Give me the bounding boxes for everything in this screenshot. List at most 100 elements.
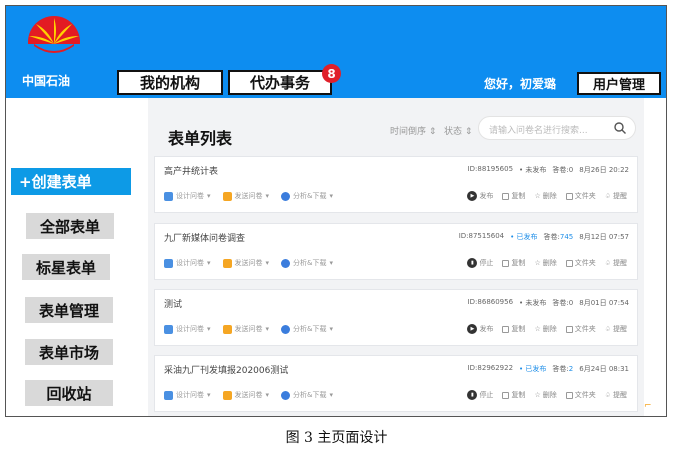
sidebar-item-all-forms[interactable]: 全部表单 bbox=[26, 213, 114, 239]
folder-button[interactable]: 文件夹 bbox=[565, 191, 596, 201]
pen-icon bbox=[164, 324, 173, 334]
analyze-download-button[interactable]: 分析&下载 ▾ bbox=[281, 191, 333, 201]
send-icon bbox=[222, 258, 232, 268]
delete-button[interactable]: ☆ 删除 bbox=[534, 191, 556, 201]
form-id: ID:87515604 bbox=[458, 232, 505, 240]
publish-toggle-button[interactable]: ▶ 发布 bbox=[467, 324, 493, 334]
pen-icon bbox=[164, 258, 173, 268]
answer-count-value: 0 bbox=[568, 299, 574, 307]
bell-icon: ♤ bbox=[604, 325, 611, 333]
search-input[interactable]: 请输入问卷名进行搜索... bbox=[478, 116, 636, 140]
copy-icon bbox=[502, 259, 510, 267]
form-card[interactable]: 高产井统计表 ID:88195605 • 未发布 答卷:0 8月26日 20:2… bbox=[154, 156, 638, 213]
publish-toggle-button[interactable]: ▶ 发布 bbox=[467, 191, 493, 201]
send-survey-button[interactable]: 发送问卷 ▾ bbox=[222, 390, 269, 400]
todo-count-badge: 8 bbox=[322, 64, 341, 83]
copy-icon bbox=[502, 325, 510, 333]
answer-count-label: 答卷: bbox=[552, 299, 569, 307]
answer-count: 答卷:0 bbox=[552, 165, 573, 175]
play-icon: ▶ bbox=[467, 324, 478, 334]
design-survey-button[interactable]: 设计问卷 ▾ bbox=[164, 191, 211, 201]
folder-button[interactable]: 文件夹 bbox=[565, 258, 596, 268]
bell-icon: ♤ bbox=[604, 192, 611, 200]
answer-count-label: 答卷: bbox=[552, 166, 569, 174]
remind-button[interactable]: ♤ 提醒 bbox=[605, 324, 627, 334]
trash-icon: ☆ bbox=[534, 391, 541, 399]
form-actions: ▶ 发布 复制 ☆ 删除 文件夹 ♤ 提醒 bbox=[467, 191, 627, 201]
user-management-button[interactable]: 用户管理 bbox=[577, 72, 661, 95]
folder-icon bbox=[565, 259, 573, 267]
folder-button[interactable]: 文件夹 bbox=[565, 390, 596, 400]
form-status: • 未发布 bbox=[519, 166, 547, 174]
trash-icon: ☆ bbox=[534, 325, 541, 333]
remind-button[interactable]: ♤ 提醒 bbox=[605, 390, 627, 400]
folder-button[interactable]: 文件夹 bbox=[565, 324, 596, 334]
delete-button[interactable]: ☆ 删除 bbox=[534, 390, 556, 400]
form-card[interactable]: 采油九厂刊发填报202006测试 ID:82962922 • 已发布 答卷:2 … bbox=[154, 355, 638, 412]
form-id: ID:86860956 bbox=[467, 298, 514, 306]
search-placeholder: 请输入问卷名进行搜索... bbox=[489, 126, 588, 136]
copy-button[interactable]: 复制 bbox=[502, 191, 525, 201]
figure-caption: 图 3 主页面设计 bbox=[285, 430, 388, 446]
nav-my-organization-button[interactable]: 我的机构 bbox=[117, 70, 223, 95]
logo-text: 中国石油 bbox=[22, 74, 71, 88]
answer-count-label: 答卷: bbox=[543, 233, 560, 241]
copy-icon bbox=[502, 391, 510, 399]
send-icon bbox=[222, 390, 232, 400]
analyze-download-button[interactable]: 分析&下载 ▾ bbox=[281, 324, 333, 334]
sidebar-item-form-market[interactable]: 表单市场 bbox=[25, 339, 113, 365]
form-card[interactable]: 测试 ID:86860956 • 未发布 答卷:0 8月01日 07:54 设计… bbox=[154, 289, 638, 346]
user-greeting: 您好，初爱璐 bbox=[484, 77, 557, 91]
form-card[interactable]: 九厂新媒体问卷调查 ID:87515604 • 已发布 答卷:745 8月12日… bbox=[154, 223, 638, 280]
remind-button[interactable]: ♤ 提醒 bbox=[605, 258, 627, 268]
publish-toggle-button[interactable]: ▮ 停止 bbox=[467, 390, 493, 400]
analyze-download-button[interactable]: 分析&下载 ▾ bbox=[281, 390, 333, 400]
copy-button[interactable]: 复制 bbox=[502, 258, 525, 268]
form-name[interactable]: 高产井统计表 bbox=[164, 164, 218, 177]
analyze-download-button[interactable]: 分析&下载 ▾ bbox=[281, 258, 333, 268]
send-survey-button[interactable]: 发送问卷 ▾ bbox=[222, 258, 269, 268]
send-survey-button[interactable]: 发送问卷 ▾ bbox=[222, 191, 269, 201]
form-name[interactable]: 采油九厂刊发填报202006测试 bbox=[164, 363, 288, 376]
create-form-button[interactable]: +创建表单 bbox=[11, 168, 131, 195]
search-icon[interactable] bbox=[613, 121, 627, 135]
delete-button[interactable]: ☆ 删除 bbox=[534, 324, 556, 334]
delete-button[interactable]: ☆ 删除 bbox=[534, 258, 556, 268]
publish-toggle-button[interactable]: ▮ 停止 bbox=[467, 258, 493, 268]
form-meta: ID:88195605 • 未发布 答卷:0 8月26日 20:22 bbox=[468, 165, 629, 175]
send-survey-button[interactable]: 发送问卷 ▾ bbox=[222, 324, 269, 334]
bell-icon: ♤ bbox=[604, 391, 611, 399]
sidebar-item-form-management[interactable]: 表单管理 bbox=[25, 297, 113, 323]
form-name[interactable]: 九厂新媒体问卷调查 bbox=[164, 231, 245, 244]
form-meta: ID:87515604 • 已发布 答卷:745 8月12日 07:57 bbox=[459, 232, 629, 242]
form-name[interactable]: 测试 bbox=[164, 297, 182, 310]
design-survey-button[interactable]: 设计问卷 ▾ bbox=[164, 390, 211, 400]
form-status: • 已发布 bbox=[510, 233, 538, 241]
header-bar: 中国石油 我的机构 代办事务 8 您好，初爱璐 用户管理 bbox=[6, 6, 666, 98]
page-title: 表单列表 bbox=[168, 129, 233, 148]
trash-icon: ☆ bbox=[534, 259, 541, 267]
chart-icon bbox=[281, 258, 291, 268]
answer-count: 答卷:2 bbox=[552, 364, 573, 374]
form-actions: ▮ 停止 复制 ☆ 删除 文件夹 ♤ 提醒 bbox=[467, 390, 627, 400]
form-status: • 未发布 bbox=[519, 299, 547, 307]
form-tools: 设计问卷 ▾ 发送问卷 ▾ 分析&下载 ▾ bbox=[164, 324, 333, 334]
form-status: • 已发布 bbox=[519, 365, 547, 373]
remind-button[interactable]: ♤ 提醒 bbox=[605, 191, 627, 201]
sort-by-status-toggle[interactable]: 状态 ⇕ bbox=[444, 124, 472, 137]
form-actions: ▮ 停止 复制 ☆ 删除 文件夹 ♤ 提醒 bbox=[467, 258, 627, 268]
form-meta: ID:86860956 • 未发布 答卷:0 8月01日 07:54 bbox=[468, 298, 629, 308]
answer-count: 答卷:0 bbox=[552, 298, 573, 308]
copy-button[interactable]: 复制 bbox=[502, 390, 525, 400]
nav-todo-button[interactable]: 代办事务 bbox=[228, 70, 332, 95]
sidebar-item-starred-forms[interactable]: 标星表单 bbox=[22, 254, 110, 280]
sort-by-time-toggle[interactable]: 时间倒序 ⇕ bbox=[390, 124, 436, 137]
design-survey-button[interactable]: 设计问卷 ▾ bbox=[164, 324, 211, 334]
form-date: 6月24日 08:31 bbox=[579, 365, 629, 373]
pen-icon bbox=[164, 390, 173, 400]
copy-button[interactable]: 复制 bbox=[502, 324, 525, 334]
design-survey-button[interactable]: 设计问卷 ▾ bbox=[164, 258, 211, 268]
sidebar-item-recycle-bin[interactable]: 回收站 bbox=[25, 380, 113, 406]
chart-icon bbox=[281, 390, 291, 400]
bell-icon: ♤ bbox=[604, 259, 611, 267]
